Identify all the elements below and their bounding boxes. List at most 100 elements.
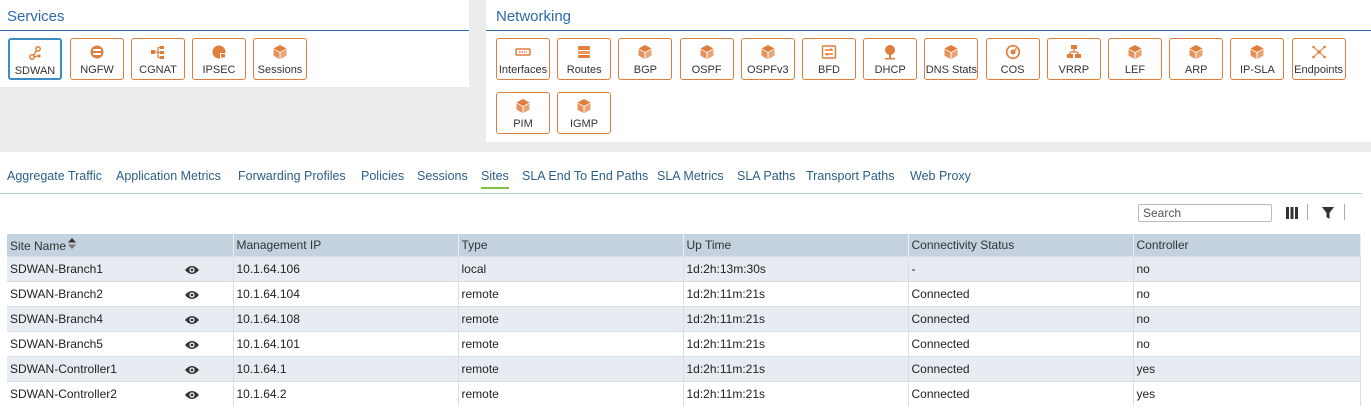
table-row[interactable]: SDWAN-Branch1 10.1.64.106 local 1d:2h:13m:3… — [7, 256, 1361, 282]
networking-tile-interfaces[interactable]: Interfaces — [496, 38, 550, 80]
column-header-management-ip[interactable]: Management IP — [233, 234, 459, 257]
tab-transport-paths[interactable]: Transport Paths — [806, 169, 894, 183]
table-row[interactable]: SDWAN-Controller1 10.1.64.1 remote 1d:2h:11… — [7, 356, 1361, 382]
eye-icon[interactable] — [184, 339, 200, 351]
eye-icon[interactable] — [184, 289, 200, 301]
networking-tile-dhcp[interactable]: DHCP — [863, 38, 918, 80]
networking-tile-ospf[interactable]: OSPF — [679, 38, 734, 80]
cell-value: 10.1.64.106 — [236, 262, 300, 276]
services-divider — [0, 30, 469, 31]
table-cell: 1d:2h:11m:21s — [683, 381, 909, 406]
column-header-site-name[interactable]: Site Name — [7, 234, 234, 257]
cell-value: local — [461, 262, 487, 276]
services-tile-sdwan[interactable]: SDWAN — [8, 38, 62, 80]
eye-icon[interactable] — [184, 314, 200, 326]
table-cell: 1d:2h:11m:21s — [683, 306, 909, 332]
cube-icon — [761, 45, 775, 59]
tile-label: VRRP — [1058, 64, 1090, 76]
table-header-row: Site Name Management IP Type Up Time Connect… — [7, 234, 1361, 257]
tile-label: CGNAT — [139, 64, 177, 76]
eye-icon[interactable] — [184, 264, 200, 276]
cell-value: yes — [1136, 362, 1156, 376]
tile-label: IGMP — [569, 118, 599, 130]
services-title: Services — [7, 8, 65, 25]
networking-divider — [486, 30, 1371, 31]
tab-sites[interactable]: Sites — [481, 169, 509, 189]
table-cell: Connected — [908, 356, 1134, 382]
networking-tile-igmp[interactable]: IGMP — [557, 92, 611, 134]
column-header-controller[interactable]: Controller — [1133, 234, 1361, 257]
tile-label: Interfaces — [498, 64, 548, 76]
cell-value: 1d:2h:11m:21s — [686, 387, 766, 401]
column-header-type[interactable]: Type — [458, 234, 684, 257]
cell-value: Connected — [911, 287, 970, 301]
cube-icon — [273, 45, 287, 59]
tile-label: IPSEC — [202, 64, 236, 76]
services-tile-sessions[interactable]: Sessions — [253, 38, 307, 80]
column-header-label: Controller — [1136, 238, 1189, 252]
column-header-label: Type — [461, 238, 488, 252]
networking-tile-arp[interactable]: ARP — [1169, 38, 1224, 80]
networking-tile-ospfv3[interactable]: OSPFv3 — [740, 38, 795, 80]
tab-forwarding-profiles[interactable]: Forwarding Profiles — [238, 169, 346, 183]
cell-value: 1d:2h:13m:30s — [686, 262, 766, 276]
networking-tile-bfd[interactable]: BFD — [802, 38, 856, 80]
columns-icon[interactable] — [1284, 205, 1300, 221]
networking-tile-cos[interactable]: COS — [985, 38, 1040, 80]
networking-tile-bgp[interactable]: BGP — [618, 38, 673, 80]
services-tile-cgnat[interactable]: CGNAT — [131, 38, 185, 80]
networking-tile-dns-stats[interactable]: DNS Stats — [924, 38, 979, 80]
vrrp-icon — [1066, 45, 1081, 58]
cube-icon — [577, 99, 591, 113]
tile-label: BFD — [818, 64, 840, 76]
networking-tile-routes[interactable]: Routes — [557, 38, 612, 80]
cell-value: 1d:2h:11m:21s — [686, 362, 766, 376]
networking-tile-ip-sla[interactable]: IP-SLA — [1230, 38, 1285, 80]
column-header-label: Up Time — [686, 238, 732, 252]
table-row[interactable]: SDWAN-Branch4 10.1.64.108 remote 1d:2h:11m:… — [7, 306, 1361, 332]
tab-sla-paths[interactable]: SLA Paths — [737, 169, 795, 183]
column-header-connectivity-status[interactable]: Connectivity Status — [908, 234, 1134, 257]
tab-sessions[interactable]: Sessions — [417, 169, 468, 183]
search-input[interactable] — [1138, 204, 1272, 222]
filter-icon[interactable] — [1320, 205, 1336, 221]
networking-tile-lef[interactable]: LEF — [1108, 38, 1162, 80]
cube-icon — [1231, 44, 1283, 62]
cube-icon — [638, 45, 652, 59]
dhcp-icon — [864, 44, 916, 62]
eye-icon[interactable] — [184, 389, 200, 401]
table-cell: - — [908, 256, 1134, 282]
services-tile-ngfw[interactable]: NGFW — [70, 38, 124, 80]
tab-sla-end-to-end-paths[interactable]: SLA End To End Paths — [522, 169, 648, 183]
networking-tile-vrrp[interactable]: VRRP — [1046, 38, 1101, 80]
sort-icon[interactable] — [68, 237, 77, 251]
tab-aggregate-traffic[interactable]: Aggregate Traffic — [7, 169, 102, 183]
tile-label: LEF — [1124, 64, 1146, 76]
tile-label: Routes — [566, 64, 602, 76]
table-row[interactable]: SDWAN-Branch5 10.1.64.101 remote 1d:2h:11m:… — [7, 331, 1361, 357]
cgnat-icon — [151, 46, 164, 59]
services-tile-ipsec[interactable]: IPSEC — [192, 38, 246, 80]
cell-value: - — [911, 262, 916, 276]
table-cell: 10.1.64.106 — [233, 256, 459, 282]
tab-policies[interactable]: Policies — [361, 169, 404, 183]
cell-value: Connected — [911, 387, 970, 401]
table-row[interactable]: SDWAN-Branch2 10.1.64.104 remote 1d:2h:11m:… — [7, 281, 1361, 307]
cell-value: remote — [461, 312, 499, 326]
column-header-label: Connectivity Status — [911, 238, 1015, 252]
networking-tile-pim[interactable]: PIM — [496, 92, 550, 134]
tab-application-metrics[interactable]: Application Metrics — [116, 169, 221, 183]
tab-web-proxy[interactable]: Web Proxy — [910, 169, 971, 183]
cell-value: 1d:2h:11m:21s — [686, 312, 766, 326]
table-row[interactable]: SDWAN-Controller2 10.1.64.2 remote 1d:2h:11… — [7, 381, 1361, 406]
column-header-up-time[interactable]: Up Time — [683, 234, 909, 257]
firewall-icon — [71, 44, 123, 62]
cube-icon — [681, 44, 733, 62]
services-panel: Services SDWAN NGFW CGNAT IPSEC Sessions — [0, 0, 469, 87]
table-cell: remote — [458, 381, 684, 406]
table-cell: remote — [458, 356, 684, 382]
networking-tile-endpoints[interactable]: Endpoints — [1291, 38, 1346, 80]
cube-icon — [254, 44, 306, 62]
tab-sla-metrics[interactable]: SLA Metrics — [657, 169, 724, 183]
eye-icon[interactable] — [184, 364, 200, 376]
